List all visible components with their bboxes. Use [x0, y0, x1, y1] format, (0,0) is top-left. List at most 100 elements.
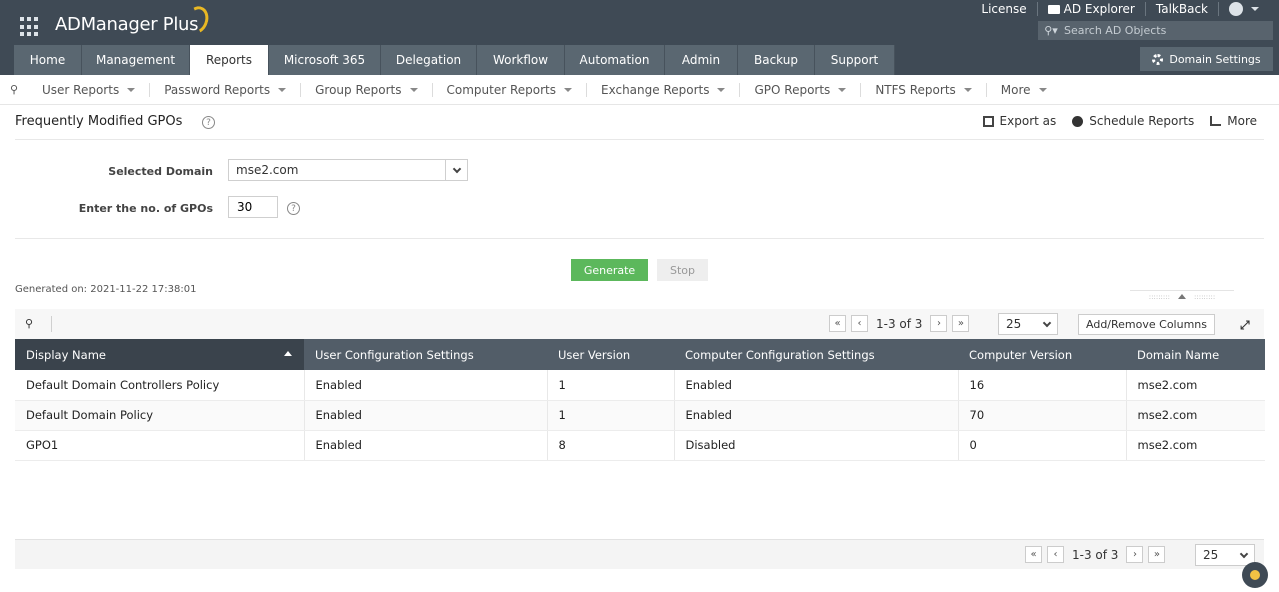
app-grid-icon[interactable] [20, 17, 40, 37]
tab-admin[interactable]: Admin [665, 45, 738, 75]
more-actions-button[interactable]: More [1210, 114, 1257, 128]
caret-down-icon [1038, 87, 1047, 92]
top-links: License AD Explorer TalkBack [971, 2, 1269, 16]
subnav-group-reports[interactable]: Group Reports [301, 82, 433, 97]
search-icon[interactable]: ⚲▾ [1038, 21, 1064, 40]
cell: Enabled [304, 430, 548, 461]
divider [51, 316, 52, 332]
next-page-icon[interactable]: › [930, 315, 948, 332]
app-logo: ADManager Plus [55, 14, 199, 35]
domain-select-value: mse2.com [236, 163, 299, 177]
license-link[interactable]: License [971, 2, 1038, 16]
cell: Enabled [674, 400, 959, 431]
column-header-user-config[interactable]: User Configuration Settings [304, 339, 547, 370]
chevron-down-icon[interactable] [445, 160, 467, 180]
page-info: 1-3 of 3 [1072, 547, 1119, 562]
top-header: ADManager Plus License AD Explorer TalkB… [0, 0, 1279, 75]
table-row[interactable]: GPO1 Enabled 8 Disabled 0 mse2.com [15, 430, 1265, 461]
column-header-domain-name[interactable]: Domain Name [1126, 339, 1265, 370]
page-title: Frequently Modified GPOs [15, 114, 183, 129]
subnav-more[interactable]: More [987, 83, 1061, 97]
tab-reports[interactable]: Reports [190, 45, 269, 75]
column-header-computer-config[interactable]: Computer Configuration Settings [674, 339, 958, 370]
tab-automation[interactable]: Automation [565, 45, 665, 75]
caret-down-icon [127, 87, 136, 92]
tab-microsoft-365[interactable]: Microsoft 365 [269, 45, 381, 75]
caret-down-icon [838, 87, 847, 92]
add-remove-columns-button[interactable]: Add/Remove Columns [1078, 314, 1215, 335]
grip-icon: ::::::::: [1148, 292, 1170, 301]
quick-search-icon[interactable]: ⚲ [0, 83, 28, 96]
last-page-icon[interactable]: » [952, 315, 970, 332]
ad-search-input[interactable] [1064, 21, 1273, 40]
grip-icon: ::::::::: [1194, 292, 1216, 301]
first-page-icon[interactable]: « [1025, 546, 1042, 563]
subnav-user-reports[interactable]: User Reports [28, 82, 151, 97]
help-icon[interactable]: ? [287, 202, 300, 215]
tab-support[interactable]: Support [815, 45, 895, 75]
more-label: More [1227, 114, 1257, 128]
cell: mse2.com [1126, 430, 1265, 461]
subnav-exchange-reports[interactable]: Exchange Reports [587, 82, 741, 97]
export-as-button[interactable]: Export as [982, 114, 1056, 128]
folder-icon [1047, 4, 1060, 14]
talkback-link[interactable]: TalkBack [1146, 2, 1219, 16]
page-size-select[interactable]: 25 [1195, 544, 1255, 566]
subnav-gpo-reports[interactable]: GPO Reports [740, 82, 862, 97]
cell: Enabled [304, 400, 548, 431]
page-size-value: 25 [1203, 548, 1219, 562]
next-page-icon[interactable]: › [1126, 546, 1144, 563]
column-header-display-name[interactable]: Display Name [15, 339, 304, 370]
subnav-ntfs-reports[interactable]: NTFS Reports [861, 82, 987, 97]
help-icon[interactable]: ? [202, 116, 215, 129]
tab-workflow[interactable]: Workflow [477, 45, 565, 75]
table-row[interactable]: Default Domain Policy Enabled 1 Enabled … [15, 400, 1265, 431]
generated-on-text: Generated on: 2021-11-22 17:38:01 [15, 284, 197, 295]
caret-down-icon [1251, 7, 1259, 11]
tab-backup[interactable]: Backup [738, 45, 815, 75]
domain-select[interactable]: mse2.com [228, 159, 468, 181]
tab-management[interactable]: Management [82, 45, 190, 75]
chat-support-icon[interactable] [1242, 562, 1268, 588]
table-row[interactable]: Default Domain Controllers Policy Enable… [15, 370, 1265, 401]
first-page-icon[interactable]: « [829, 315, 846, 332]
tab-home[interactable]: Home [14, 45, 82, 75]
gpo-count-input[interactable] [228, 196, 278, 218]
subnav-label: Group Reports [315, 82, 402, 97]
stop-button[interactable]: Stop [657, 259, 708, 281]
cell: mse2.com [1126, 370, 1265, 401]
schedule-reports-button[interactable]: Schedule Reports [1072, 114, 1194, 128]
page-info: 1-3 of 3 [876, 316, 923, 331]
last-page-icon[interactable]: » [1148, 546, 1166, 563]
grid-search-icon[interactable]: ⚲ [25, 317, 33, 330]
export-icon [982, 115, 994, 127]
gpo-table: Display Name User Configuration Settings… [15, 339, 1265, 461]
prev-page-icon[interactable]: ‹ [1047, 546, 1064, 563]
page-size-value: 25 [1006, 317, 1022, 331]
alarm-clock-icon [1072, 115, 1084, 127]
cell: 8 [547, 430, 675, 461]
ad-explorer-link[interactable]: AD Explorer [1038, 2, 1146, 16]
expand-icon[interactable]: ⤢ [1240, 318, 1250, 333]
subnav-computer-reports[interactable]: Computer Reports [433, 82, 587, 97]
ad-search-box: ⚲▾ [1038, 21, 1273, 40]
cell: Disabled [674, 430, 959, 461]
page-size-select[interactable]: 25 [998, 313, 1058, 335]
domain-settings-label: Domain Settings [1169, 52, 1261, 66]
tab-delegation[interactable]: Delegation [381, 45, 477, 75]
cell: 70 [958, 400, 1127, 431]
collapse-handle[interactable]: ::::::::: ::::::::: [1130, 290, 1234, 302]
generate-button[interactable]: Generate [571, 259, 648, 281]
subnav-password-reports[interactable]: Password Reports [150, 82, 302, 97]
divider [15, 139, 1264, 140]
table-header-row: Display Name User Configuration Settings… [15, 339, 1265, 370]
gpo-count-label: Enter the no. of GPOs [78, 202, 213, 215]
subnav-label: NTFS Reports [875, 82, 956, 97]
column-header-user-version[interactable]: User Version [547, 339, 674, 370]
caret-down-icon [278, 87, 287, 92]
prev-page-icon[interactable]: ‹ [851, 315, 868, 332]
subnav-label: User Reports [42, 82, 120, 97]
column-header-computer-version[interactable]: Computer Version [958, 339, 1126, 370]
domain-settings-button[interactable]: Domain Settings [1140, 47, 1273, 71]
user-menu[interactable] [1219, 2, 1269, 16]
